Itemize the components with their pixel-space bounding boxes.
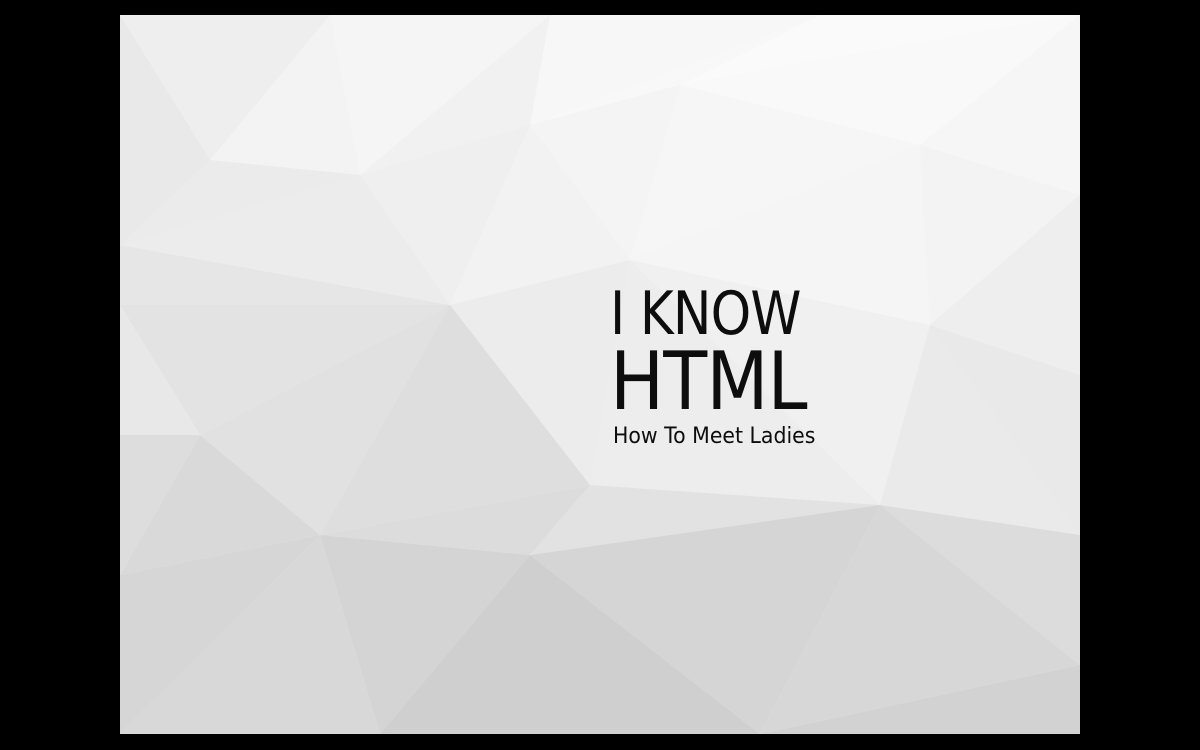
title-block: I KNOW HTML How To Meet Ladies	[610, 283, 832, 451]
subtitle: How To Meet Ladies	[613, 424, 816, 449]
slide: I KNOW HTML How To Meet Ladies	[120, 15, 1080, 734]
low-poly-background	[120, 15, 1080, 734]
slide-frame: I KNOW HTML How To Meet Ladies	[0, 0, 1200, 750]
title-line-2: HTML	[610, 335, 808, 428]
